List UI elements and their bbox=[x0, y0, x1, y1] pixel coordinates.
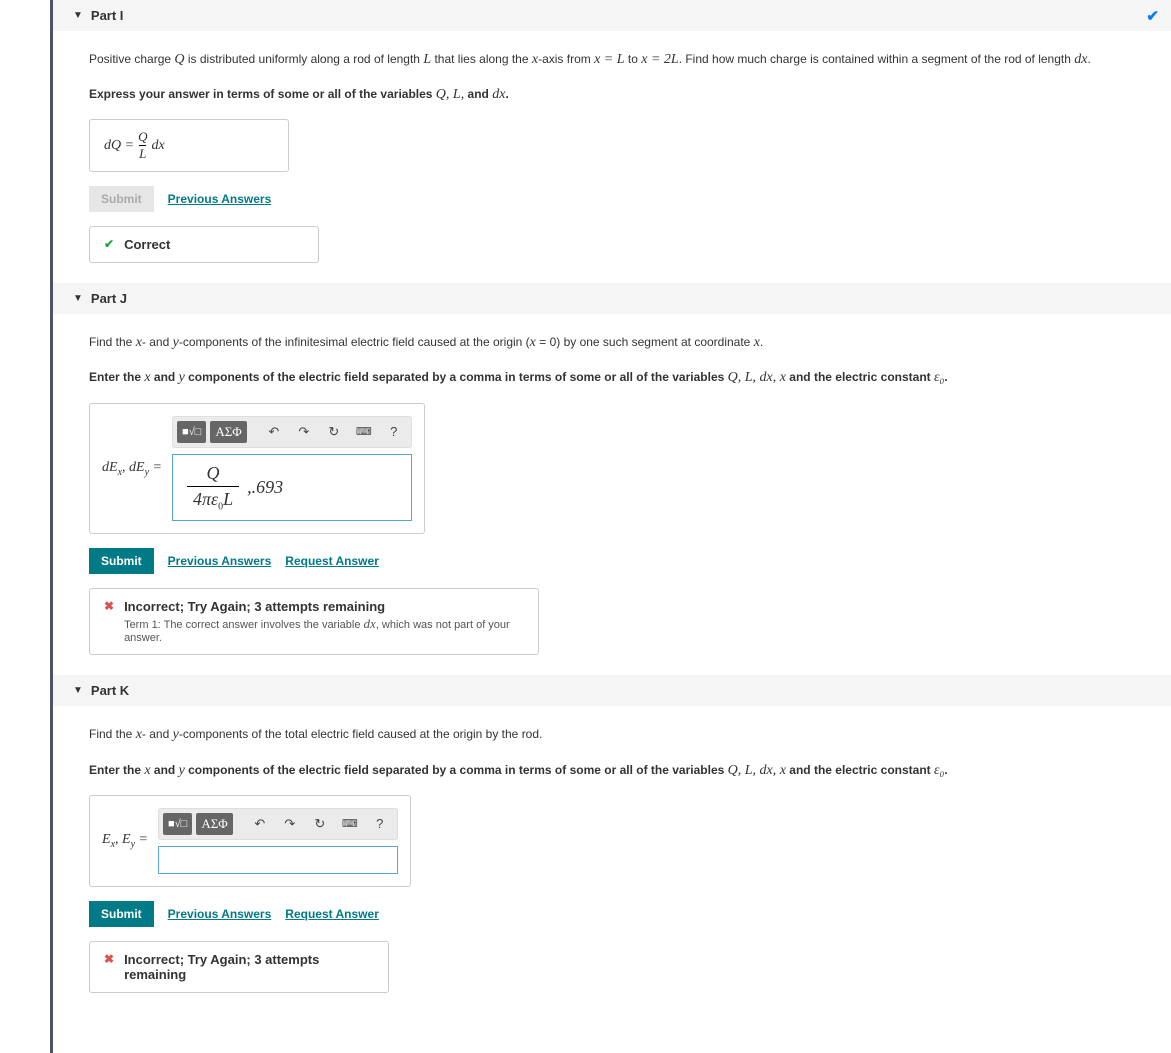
templates-button[interactable]: ■√□ bbox=[177, 421, 206, 443]
reset-icon[interactable]: ↻ bbox=[307, 813, 333, 835]
help-icon[interactable]: ? bbox=[381, 421, 407, 443]
x-icon: ✖ bbox=[104, 952, 114, 966]
equation-editor: Ex, Ey = ■√□ ΑΣΦ ↶ ↷ ↻ ⌨ ? bbox=[89, 795, 411, 887]
part-title: Part I bbox=[91, 8, 124, 23]
undo-icon[interactable]: ↶ bbox=[247, 813, 273, 835]
help-icon[interactable]: ? bbox=[367, 813, 393, 835]
reset-icon[interactable]: ↻ bbox=[321, 421, 347, 443]
part-header-k[interactable]: ▼ Part K bbox=[53, 675, 1171, 706]
equation-editor: dEx, dEy = ■√□ ΑΣΦ ↶ ↷ ↻ ⌨ ? bbox=[89, 403, 425, 535]
previous-answers-link[interactable]: Previous Answers bbox=[168, 554, 272, 568]
request-answer-link[interactable]: Request Answer bbox=[285, 907, 379, 921]
redo-icon[interactable]: ↷ bbox=[291, 421, 317, 443]
part-title: Part K bbox=[91, 683, 129, 698]
submit-button: Submit bbox=[89, 186, 154, 212]
submit-button[interactable]: Submit bbox=[89, 901, 154, 927]
caret-down-icon: ▼ bbox=[73, 293, 83, 304]
part-title: Part J bbox=[91, 291, 127, 306]
answer-display: dQ = Q L dx bbox=[89, 119, 289, 172]
caret-down-icon: ▼ bbox=[73, 10, 83, 21]
check-icon: ✔ bbox=[1146, 7, 1159, 25]
previous-answers-link[interactable]: Previous Answers bbox=[168, 192, 272, 206]
greek-button[interactable]: ΑΣΦ bbox=[196, 813, 232, 835]
feedback-correct: ✔ Correct bbox=[89, 226, 319, 263]
enter-instructions: Enter the x and y components of the elec… bbox=[89, 365, 1151, 390]
part-header-j[interactable]: ▼ Part J bbox=[53, 283, 1171, 314]
prompt-text: Find the x- and y-components of the infi… bbox=[89, 330, 1151, 355]
equation-input[interactable] bbox=[158, 846, 398, 874]
submit-button[interactable]: Submit bbox=[89, 548, 154, 574]
prompt-text: Positive charge Q is distributed uniform… bbox=[89, 47, 1151, 72]
feedback-incorrect: ✖ Incorrect; Try Again; 3 attempts remai… bbox=[89, 588, 539, 655]
keyboard-icon[interactable]: ⌨ bbox=[337, 813, 363, 835]
editor-toolbar: ■√□ ΑΣΦ ↶ ↷ ↻ ⌨ ? bbox=[158, 808, 398, 840]
templates-button[interactable]: ■√□ bbox=[163, 813, 192, 835]
x-icon: ✖ bbox=[104, 599, 114, 613]
enter-instructions: Enter the x and y components of the elec… bbox=[89, 758, 1151, 783]
keyboard-icon[interactable]: ⌨ bbox=[351, 421, 377, 443]
request-answer-link[interactable]: Request Answer bbox=[285, 554, 379, 568]
greek-button[interactable]: ΑΣΦ bbox=[210, 421, 246, 443]
caret-down-icon: ▼ bbox=[73, 685, 83, 696]
answer-label: dEx, dEy = bbox=[102, 460, 162, 478]
editor-toolbar: ■√□ ΑΣΦ ↶ ↷ ↻ ⌨ ? bbox=[172, 416, 412, 448]
undo-icon[interactable]: ↶ bbox=[261, 421, 287, 443]
equation-input[interactable]: Q 4πε0L ,.693 bbox=[172, 454, 412, 522]
redo-icon[interactable]: ↷ bbox=[277, 813, 303, 835]
express-instructions: Express your answer in terms of some or … bbox=[89, 82, 1151, 107]
check-icon: ✔ bbox=[104, 237, 114, 251]
answer-label: Ex, Ey = bbox=[102, 832, 148, 850]
prompt-text: Find the x- and y-components of the tota… bbox=[89, 722, 1151, 747]
part-header-i[interactable]: ▼ Part I ✔ bbox=[53, 0, 1171, 31]
previous-answers-link[interactable]: Previous Answers bbox=[168, 907, 272, 921]
feedback-incorrect: ✖ Incorrect; Try Again; 3 attempts remai… bbox=[89, 941, 389, 993]
